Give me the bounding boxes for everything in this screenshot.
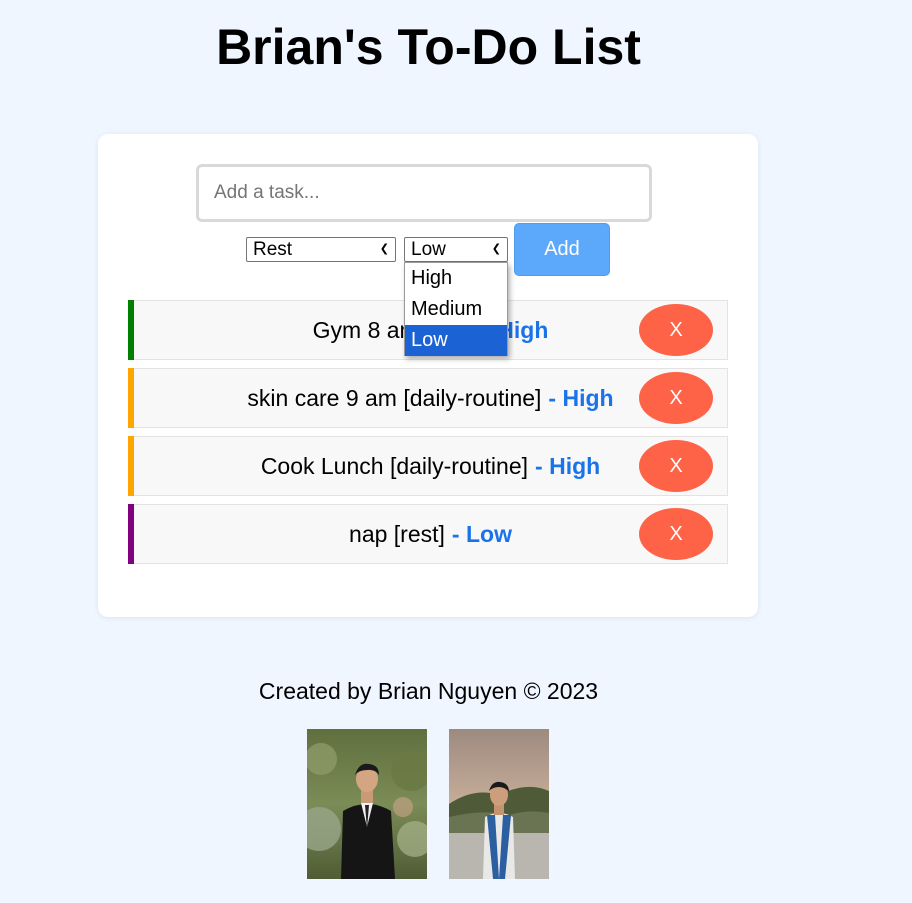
delete-task-button[interactable]: X bbox=[639, 304, 713, 356]
footer-credit: Created by Brian Nguyen © 2023 bbox=[258, 678, 599, 704]
priority-select[interactable]: Low ❮ bbox=[404, 237, 508, 262]
delete-task-button[interactable]: X bbox=[639, 508, 713, 560]
page-title: Brian's To-Do List bbox=[216, 19, 641, 75]
todo-card: Rest ❮ Low ❮ Add Gym 8 am [rest] - High … bbox=[98, 134, 758, 617]
brian-suit-photo bbox=[307, 729, 427, 879]
task-input[interactable] bbox=[196, 164, 652, 222]
task-text: Cook Lunch [daily-routine] bbox=[260, 452, 529, 479]
chevron-down-icon: ❮ bbox=[491, 243, 501, 255]
add-button[interactable]: Add bbox=[514, 223, 610, 276]
priority-select-value: Low bbox=[411, 239, 446, 260]
task-priority: - Low bbox=[451, 520, 512, 547]
category-select-value: Rest bbox=[253, 239, 293, 260]
chevron-down-icon: ❮ bbox=[379, 243, 389, 255]
task-item: skin care 9 am [daily-routine] - High X bbox=[128, 368, 728, 428]
task-priority: - High bbox=[535, 452, 601, 479]
priority-option-high[interactable]: High bbox=[405, 263, 507, 294]
task-priority: - High bbox=[548, 384, 614, 411]
task-item: nap [rest] - Low X bbox=[128, 504, 728, 564]
brian-graduation-photo bbox=[449, 729, 549, 879]
task-text: nap [rest] bbox=[349, 520, 445, 547]
delete-task-button[interactable]: X bbox=[639, 372, 713, 424]
priority-option-medium[interactable]: Medium bbox=[405, 294, 507, 325]
task-text: skin care 9 am [daily-routine] bbox=[247, 384, 542, 411]
category-select[interactable]: Rest ❮ bbox=[246, 237, 396, 262]
delete-task-button[interactable]: X bbox=[639, 440, 713, 492]
priority-dropdown-list: High Medium Low bbox=[404, 262, 508, 356]
priority-option-low[interactable]: Low bbox=[405, 325, 507, 356]
task-item: Cook Lunch [daily-routine] - High X bbox=[128, 436, 728, 496]
